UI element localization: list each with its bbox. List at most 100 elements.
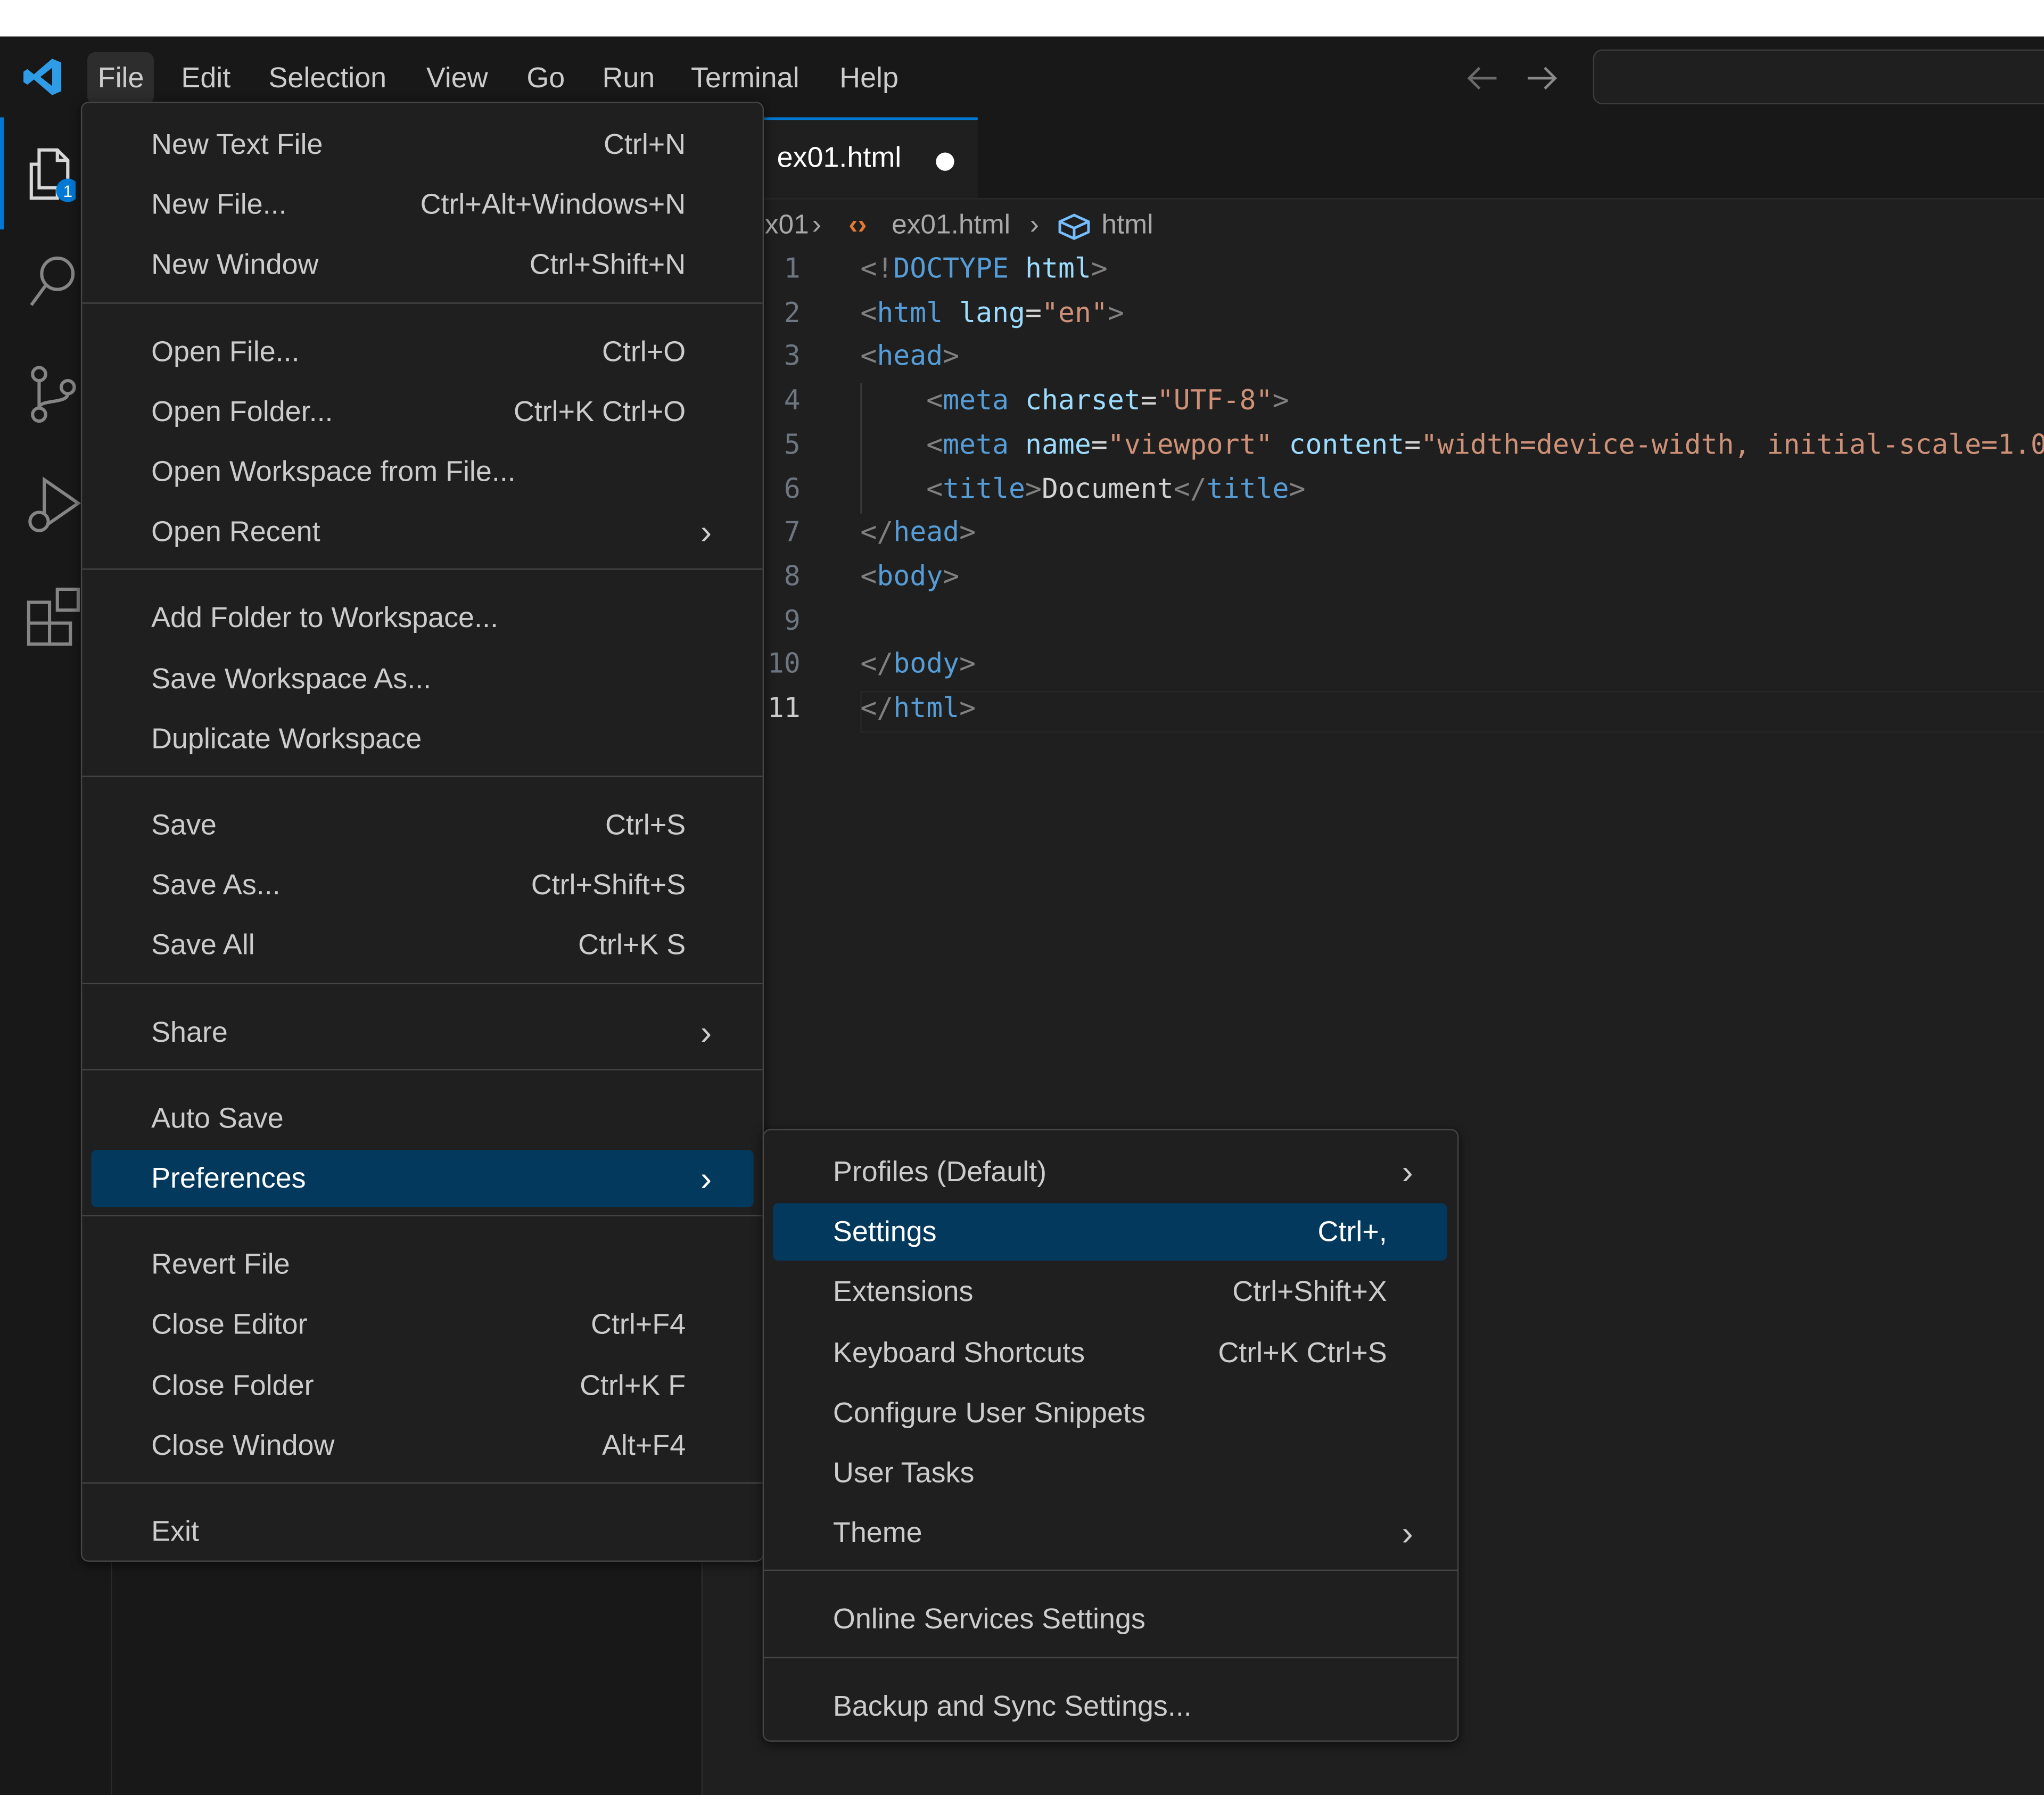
menu-item-label: Save As... (151, 868, 281, 901)
menu-item-extensions[interactable]: Extensions Ctrl+Shift+X (773, 1264, 1447, 1321)
code-token: </ (1173, 472, 1207, 504)
arrow-left-icon[interactable] (1465, 63, 1499, 94)
menu-item-open-file[interactable]: Open File... Ctrl+O (91, 323, 753, 380)
menu-item-close-editor[interactable]: Close Editor Ctrl+F4 (91, 1296, 753, 1354)
menu-item-open-folder[interactable]: Open Folder... Ctrl+K Ctrl+O (91, 383, 753, 441)
menu-item-shortcut: Ctrl+Shift+N (529, 248, 686, 281)
menu-item-label: New Text File (151, 128, 323, 161)
active-indicator (0, 117, 4, 230)
menu-item-save-all[interactable]: Save All Ctrl+K S (91, 917, 753, 975)
menu-item-label: Profiles (Default) (833, 1155, 1047, 1188)
code-token: content (1289, 429, 1405, 460)
unsaved-dot-icon[interactable] (936, 152, 954, 171)
extensions-icon[interactable] (26, 587, 84, 647)
menu-item-auto-save[interactable]: Auto Save (91, 1090, 753, 1147)
code-token: > (1025, 472, 1042, 504)
menu-item-label: Backup and Sync Settings... (833, 1689, 1192, 1722)
tab-ex01-html[interactable]: ex01.html (762, 117, 978, 199)
menu-item-duplicate-workspace[interactable]: Duplicate Workspace (91, 710, 753, 768)
chevron-right-icon: › (700, 512, 712, 552)
menu-separator (82, 1068, 763, 1071)
breadcrumb-symbol[interactable]: html (1101, 209, 1153, 243)
menu-item-add-folder-to-workspace[interactable]: Add Folder to Workspace... (91, 590, 753, 647)
activity-bar: 1 (0, 117, 84, 1795)
menu-item-user-tasks[interactable]: User Tasks (773, 1444, 1447, 1502)
menu-item-label: Save (151, 808, 217, 841)
menu-item-save-workspace-as[interactable]: Save Workspace As... (91, 650, 753, 707)
code-token: title (943, 472, 1026, 504)
menu-item-new-window[interactable]: New Window Ctrl+Shift+N (91, 236, 753, 294)
code-token: html (1025, 253, 1091, 284)
menu-item-profiles-default[interactable]: Profiles (Default) › (773, 1143, 1447, 1201)
chevron-right-icon: › (812, 210, 821, 240)
search-icon[interactable] (26, 253, 78, 310)
menu-item-revert-file[interactable]: Revert File (91, 1236, 753, 1294)
menu-item-label: Open Folder... (151, 394, 333, 427)
code-token: </ (860, 692, 894, 724)
code-token: < (926, 472, 943, 504)
menu-item-open-recent[interactable]: Open Recent › (91, 504, 753, 561)
menu-item-close-window[interactable]: Close Window Alt+F4 (91, 1417, 753, 1475)
menu-file[interactable]: File (87, 52, 155, 104)
code-token: meta (943, 429, 1026, 460)
vscode-logo-icon (22, 56, 64, 97)
menu-item-configure-user-snippets[interactable]: Configure User Snippets (773, 1384, 1447, 1442)
menu-item-exit[interactable]: Exit (91, 1503, 753, 1561)
menu-item-keyboard-shortcuts[interactable]: Keyboard Shortcuts Ctrl+K Ctrl+S (773, 1324, 1447, 1381)
menu-item-label: Configure User Snippets (833, 1396, 1145, 1429)
menu-item-shortcut: Ctrl+Shift+X (1232, 1275, 1387, 1308)
html-file-icon: ‹› (848, 210, 867, 240)
run-debug-icon[interactable] (23, 474, 81, 537)
code-token: html (877, 297, 960, 328)
code-token: > (959, 516, 976, 548)
menu-selection[interactable]: Selection (258, 52, 397, 104)
menu-help[interactable]: Help (829, 52, 909, 104)
menu-item-label: User Tasks (833, 1456, 975, 1489)
menu-item-online-services-settings[interactable]: Online Services Settings (773, 1591, 1447, 1649)
explorer-icon[interactable]: 1 (23, 146, 76, 203)
command-center-search[interactable] (1593, 50, 2044, 104)
source-control-icon[interactable] (26, 365, 78, 425)
menu-item-preferences[interactable]: Preferences › (91, 1150, 754, 1207)
menu-item-open-workspace-from-file[interactable]: Open Workspace from File... (91, 443, 753, 501)
code-token: > (1272, 384, 1289, 416)
menu-terminal[interactable]: Terminal (680, 52, 810, 104)
menu-item-new-text-file[interactable]: New Text File Ctrl+N (91, 116, 753, 174)
code-token: "en" (1042, 297, 1108, 328)
menu-item-label: Exit (151, 1514, 199, 1547)
menu-run[interactable]: Run (592, 52, 665, 104)
menu-item-theme[interactable]: Theme › (773, 1505, 1447, 1562)
arrow-right-icon[interactable] (1525, 63, 1559, 94)
menu-item-settings[interactable]: Settings Ctrl+, (773, 1203, 1447, 1261)
code-line: </html> (860, 692, 976, 723)
preferences-submenu: Profiles (Default) › Settings Ctrl+, Extensi… (762, 1129, 1459, 1742)
menu-separator (764, 1656, 1457, 1658)
menu-edit[interactable]: Edit (171, 52, 241, 104)
menu-item-backup-and-sync-settings[interactable]: Backup and Sync Settings... (773, 1677, 1447, 1735)
menu-item-save[interactable]: Save Ctrl+S (91, 796, 753, 854)
menu-go[interactable]: Go (516, 52, 575, 104)
menu-item-save-as[interactable]: Save As... Ctrl+Shift+S (91, 857, 753, 914)
menu-item-shortcut: Ctrl+K Ctrl+S (1218, 1336, 1387, 1369)
code-token: html (893, 692, 960, 724)
code-token: < (926, 384, 943, 416)
menu-item-label: Keyboard Shortcuts (833, 1336, 1085, 1369)
code-token: name (1025, 429, 1091, 460)
code-token: > (959, 648, 976, 680)
menu-view[interactable]: View (416, 52, 498, 104)
code-token: < (860, 297, 877, 328)
code-line: <meta charset="UTF-8"> (860, 385, 1289, 416)
menu-item-close-folder[interactable]: Close Folder Ctrl+K F (91, 1356, 753, 1414)
menu-separator (82, 1482, 763, 1484)
menu-item-new-file[interactable]: New File... Ctrl+Alt+Windows+N (91, 176, 753, 234)
chevron-right-icon: › (700, 1012, 712, 1052)
menu-separator (82, 776, 763, 777)
breadcrumb-file[interactable]: ex01.html (892, 209, 1010, 243)
menu-item-share[interactable]: Share › (91, 1003, 753, 1061)
menu-item-label: Close Editor (151, 1308, 308, 1341)
editor-tabs: ex01.html (701, 117, 2044, 200)
code-token: lang (959, 297, 1026, 328)
code-line: <body> (860, 561, 959, 592)
